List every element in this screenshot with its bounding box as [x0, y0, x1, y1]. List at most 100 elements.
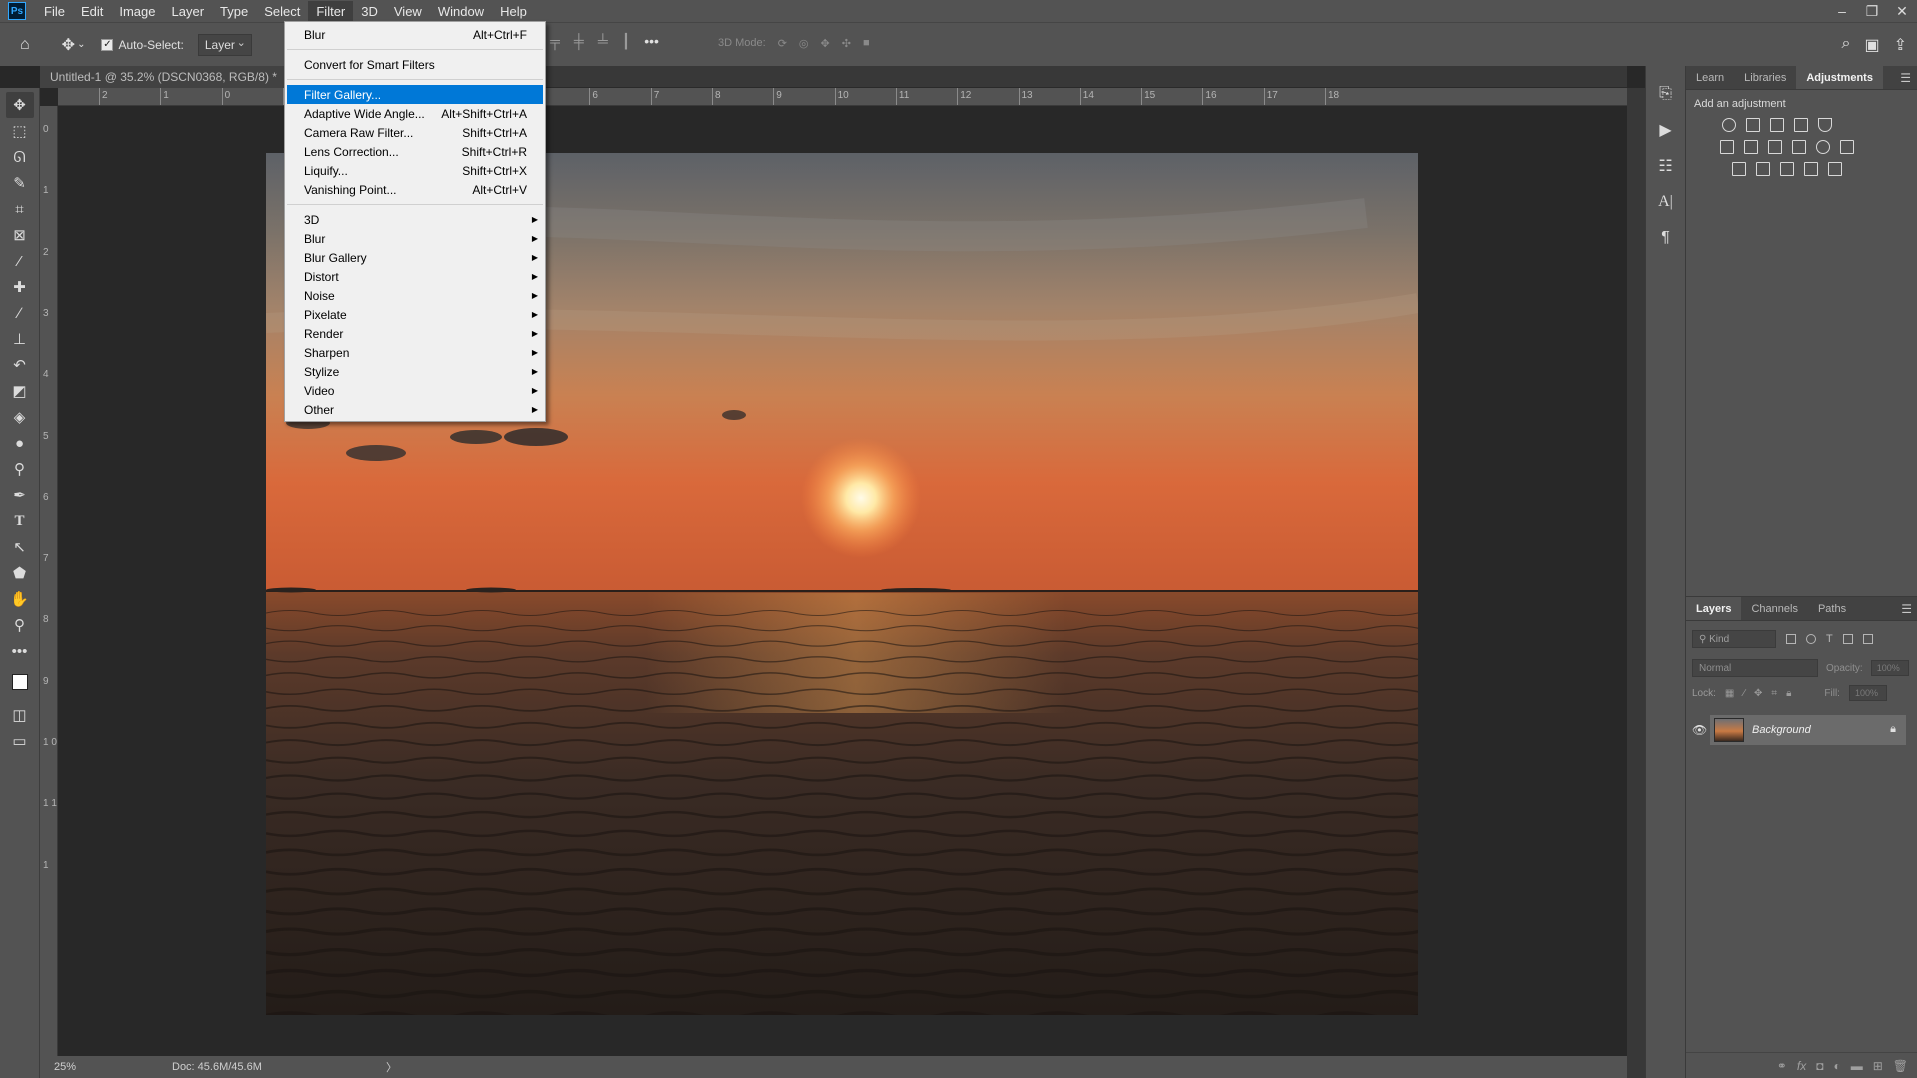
foreground-color[interactable]	[11, 674, 28, 690]
home-icon[interactable]: ⌂	[20, 36, 30, 54]
shape-tool[interactable]: ⬟	[6, 560, 34, 586]
layer-row-background[interactable]: Background 🔒︎	[1710, 715, 1906, 745]
quick-select-tool[interactable]: ✎	[6, 170, 34, 196]
new-layer-icon[interactable]: ⊞	[1873, 1059, 1883, 1073]
menu-3d[interactable]: 3D	[353, 1, 386, 22]
3d-pan-icon[interactable]: ✥	[821, 37, 830, 50]
tab-layers[interactable]: Layers	[1686, 597, 1742, 620]
blur-tool[interactable]: ●	[6, 430, 34, 456]
opacity-input[interactable]: 100%	[1870, 660, 1909, 676]
crop-tool[interactable]: ⌗	[6, 196, 34, 222]
curves-icon[interactable]	[1770, 118, 1784, 132]
paint-bucket-tool[interactable]: ◈	[6, 404, 34, 430]
filter-menu-item-video[interactable]: Video ▶	[285, 381, 545, 400]
posterize-icon[interactable]	[1756, 162, 1770, 176]
distribute-icon[interactable]: ┃	[622, 33, 630, 50]
brush-tool[interactable]: ∕	[6, 300, 34, 326]
move-tool[interactable]: ✥	[5, 92, 34, 118]
filter-menu-item-blur[interactable]: Blur Alt+Ctrl+F	[285, 25, 545, 44]
tab-learn[interactable]: Learn	[1686, 66, 1734, 89]
menu-edit[interactable]: Edit	[73, 1, 111, 22]
quick-mask-tool[interactable]: ◫	[6, 702, 34, 728]
healing-brush-tool[interactable]: ✚	[6, 274, 34, 300]
filter-menu-item-stylize[interactable]: Stylize ▶	[285, 362, 545, 381]
filter-menu-item-distort[interactable]: Distort ▶	[285, 267, 545, 286]
menu-view[interactable]: View	[386, 1, 430, 22]
panel-menu-icon[interactable]: ☰	[1900, 71, 1911, 85]
character-panel-icon[interactable]: A|	[1654, 190, 1678, 214]
kind-filter-select[interactable]: ⚲ Kind	[1692, 630, 1776, 648]
delete-layer-icon[interactable]: 🗑︎	[1893, 1059, 1908, 1073]
minimize-button[interactable]: –	[1827, 0, 1857, 22]
auto-select-checkbox[interactable]: ✓ Auto-Select:	[101, 38, 184, 52]
menu-select[interactable]: Select	[256, 1, 308, 22]
filter-menu-item-liquify[interactable]: Liquify... Shift+Ctrl+X	[285, 161, 545, 180]
search-icon[interactable]: ⌕	[1842, 35, 1851, 55]
shape-filter-icon[interactable]	[1842, 634, 1853, 644]
filter-menu-item-convert-for-smart-filters[interactable]: Convert for Smart Filters	[285, 55, 545, 74]
type-filter-icon[interactable]: T	[1826, 633, 1833, 645]
vertical-scrollbar[interactable]	[1627, 88, 1645, 1078]
actions-panel-icon[interactable]: ▶	[1654, 118, 1678, 142]
frame-tool[interactable]: ⊠	[6, 222, 34, 248]
menu-file[interactable]: File	[36, 1, 73, 22]
move-tool-preset-icon[interactable]: ✥	[62, 35, 75, 55]
menu-filter[interactable]: Filter	[308, 0, 354, 22]
restore-button[interactable]: ❐	[1857, 0, 1887, 22]
gradient-map-icon[interactable]	[1828, 162, 1842, 176]
3d-roll-icon[interactable]: ◎	[799, 37, 809, 50]
exposure-icon[interactable]	[1794, 118, 1808, 132]
blend-mode-select[interactable]: Normal	[1692, 659, 1818, 677]
type-tool[interactable]: T	[6, 508, 34, 534]
marquee-tool[interactable]: ⬚	[6, 118, 34, 144]
pixel-filter-icon[interactable]	[1786, 634, 1796, 644]
hue-saturation-icon[interactable]	[1720, 140, 1734, 154]
menu-window[interactable]: Window	[430, 1, 492, 22]
adjustment-filter-icon[interactable]	[1806, 634, 1816, 644]
menu-type[interactable]: Type	[212, 1, 256, 22]
add-mask-icon[interactable]: ◘	[1816, 1059, 1823, 1073]
smart-object-filter-icon[interactable]	[1862, 634, 1873, 644]
filter-menu-item-lens-correction[interactable]: Lens Correction... Shift+Ctrl+R	[285, 142, 545, 161]
align-top-icon[interactable]: ╤	[550, 33, 560, 50]
black-white-icon[interactable]	[1768, 140, 1782, 154]
eyedropper-tool[interactable]: ⁄	[6, 248, 34, 274]
invert-icon[interactable]	[1732, 162, 1746, 176]
layer-style-icon[interactable]: fx	[1797, 1059, 1806, 1073]
lock-transparency-icon[interactable]: ▦	[1725, 688, 1734, 699]
menu-help[interactable]: Help	[492, 1, 535, 22]
history-panel-icon[interactable]: ⎘	[1654, 82, 1678, 106]
filter-menu-item-noise[interactable]: Noise ▶	[285, 286, 545, 305]
path-select-tool[interactable]: ↖	[6, 534, 34, 560]
filter-menu-item-adaptive-wide-angle[interactable]: Adaptive Wide Angle... Alt+Shift+Ctrl+A	[285, 104, 545, 123]
color-swatches[interactable]	[6, 668, 34, 698]
levels-icon[interactable]	[1746, 118, 1760, 132]
filter-menu-item-sharpen[interactable]: Sharpen ▶	[285, 343, 545, 362]
filter-menu-item-render[interactable]: Render ▶	[285, 324, 545, 343]
lock-artboard-icon[interactable]: ⌗	[1771, 688, 1777, 699]
lasso-tool[interactable]: ᘏ	[6, 144, 34, 170]
document-tab[interactable]: Untitled-1 @ 35.2% (DSCN0368, RGB/8) * ×	[40, 66, 304, 88]
align-bottom-icon[interactable]: ╧	[598, 33, 608, 50]
filter-menu-item-filter-gallery[interactable]: Filter Gallery...	[287, 85, 543, 104]
menu-layer[interactable]: Layer	[164, 1, 213, 22]
zoom-tool[interactable]: ⚲	[6, 612, 34, 638]
pen-tool[interactable]: ✒	[6, 482, 34, 508]
paragraph-panel-icon[interactable]: ¶	[1654, 226, 1678, 250]
zoom-level[interactable]: 25%	[40, 1061, 116, 1073]
channel-mixer-icon[interactable]	[1816, 140, 1830, 154]
chevron-down-icon[interactable]: ⌄	[77, 39, 85, 50]
tab-adjustments[interactable]: Adjustments	[1796, 66, 1883, 89]
filter-menu-item-pixelate[interactable]: Pixelate ▶	[285, 305, 545, 324]
close-window-button[interactable]: ✕	[1887, 0, 1917, 22]
screen-mode-tool[interactable]: ▭	[6, 728, 34, 754]
filter-menu-item-camera-raw-filter[interactable]: Camera Raw Filter... Shift+Ctrl+A	[285, 123, 545, 142]
threshold-icon[interactable]	[1780, 162, 1794, 176]
workspace-icon[interactable]: ▣	[1864, 35, 1879, 55]
3d-camera-icon[interactable]: ■	[863, 37, 870, 50]
tab-paths[interactable]: Paths	[1808, 597, 1856, 620]
tab-libraries[interactable]: Libraries	[1734, 66, 1796, 89]
lock-position-icon[interactable]: ✥	[1754, 688, 1762, 699]
dodge-tool[interactable]: ⚲	[6, 456, 34, 482]
menu-image[interactable]: Image	[111, 1, 163, 22]
